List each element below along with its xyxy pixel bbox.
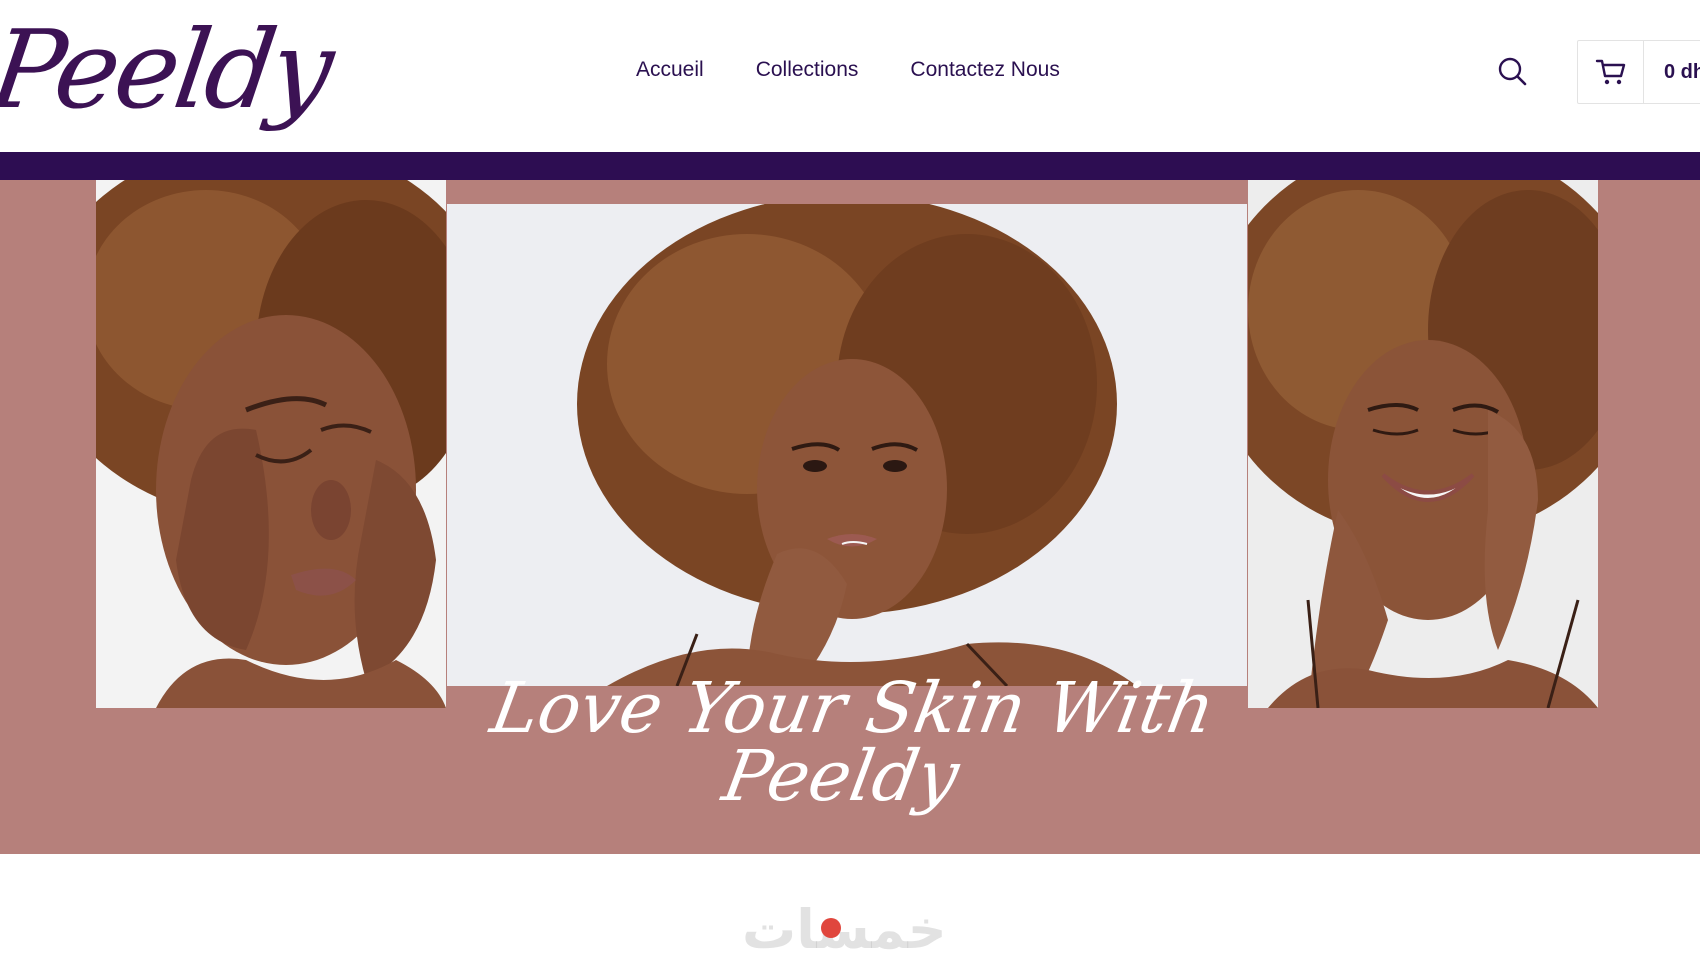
main-nav: Accueil Collections Contactez Nous (636, 58, 1060, 82)
search-icon (1498, 57, 1527, 86)
hero-photo-right (1248, 180, 1598, 708)
slider-pagination (821, 918, 841, 938)
hero-banner[interactable]: Love Your Skin With Peeldy (0, 180, 1700, 854)
nav-item-contactez-nous[interactable]: Contactez Nous (910, 58, 1059, 82)
brand-logo[interactable]: Peeldy (0, 6, 337, 136)
cart-total: 0 dh (1664, 60, 1700, 83)
site-header: Peeldy Accueil Collections Contactez Nou… (0, 0, 1700, 152)
nav-item-collections[interactable]: Collections (756, 58, 859, 82)
search-button[interactable] (1494, 53, 1530, 89)
cart-icon (1595, 59, 1625, 85)
hero-photo-left (96, 180, 446, 708)
nav-item-accueil[interactable]: Accueil (636, 58, 704, 82)
cart-button[interactable]: 0 dh (1577, 40, 1700, 104)
slider-dot-active[interactable] (821, 918, 841, 938)
hero-tagline-line2: Peeldy (716, 735, 966, 817)
hero-tagline-line1: Love Your Skin With (485, 667, 1221, 749)
header-divider-strip (0, 152, 1700, 180)
watermark-text: خمسات (742, 898, 947, 961)
cart-icon-cell (1578, 41, 1644, 103)
hero-tagline: Love Your Skin With Peeldy (435, 667, 1259, 817)
hero-photo-center (447, 204, 1247, 686)
